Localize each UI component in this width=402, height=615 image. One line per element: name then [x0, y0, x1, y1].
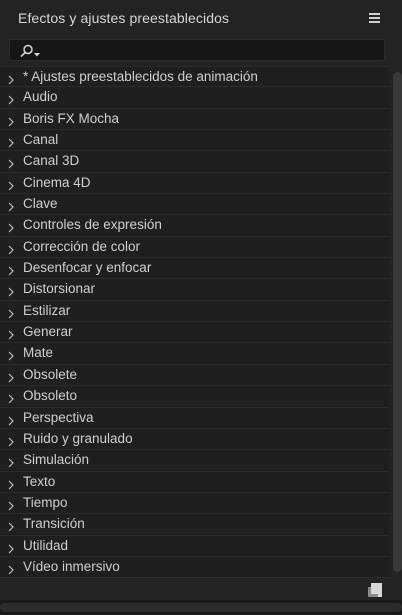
category-row[interactable]: Tiempo: [0, 493, 389, 515]
category-row[interactable]: Texto: [0, 472, 389, 493]
category-row[interactable]: Canal: [0, 130, 389, 152]
category-label: Vídeo inmersivo: [23, 558, 120, 574]
chevron-right-icon[interactable]: [8, 306, 14, 319]
chevron-right-icon[interactable]: [8, 477, 14, 489]
category-row[interactable]: Audio: [0, 87, 389, 109]
category-label: Audio: [23, 89, 58, 105]
chevron-right-icon[interactable]: [8, 220, 14, 233]
category-row[interactable]: Perspectiva: [0, 408, 389, 429]
category-label: Corrección de color: [23, 238, 141, 254]
category-row[interactable]: Desenfocar y enfocar: [0, 258, 389, 280]
category-label: Canal 3D: [23, 153, 80, 169]
category-label: Generar: [23, 324, 73, 340]
search-input[interactable]: [46, 41, 376, 59]
category-row[interactable]: Obsoleto: [0, 386, 389, 408]
category-label: * Ajustes preestablecidos de animación: [23, 69, 258, 84]
panel-title: Efectos y ajustes preestablecidos: [18, 10, 230, 26]
category-label: Boris FX Mocha: [23, 110, 120, 126]
chevron-right-icon[interactable]: [8, 242, 14, 255]
category-label: Utilidad: [23, 537, 69, 553]
chevron-right-icon[interactable]: [8, 562, 14, 575]
vertical-scroll-thumb[interactable]: [393, 72, 402, 572]
chevron-right-icon[interactable]: [8, 370, 14, 383]
category-label: Texto: [23, 473, 56, 489]
effects-list: * Ajustes preestablecidos de animación Au…: [0, 66, 389, 578]
effects-presets-panel: Efectos y ajustes preestablecidos * Ajus…: [0, 0, 402, 615]
category-label: Desenfocar y enfocar: [23, 260, 152, 276]
category-label: Tiempo: [23, 494, 68, 510]
category-label: Transición: [23, 516, 85, 532]
category-row[interactable]: Clave: [0, 194, 389, 216]
hamburger-menu-icon[interactable]: [369, 13, 380, 23]
category-row[interactable]: Transición: [0, 514, 389, 536]
chevron-right-icon[interactable]: [8, 156, 14, 169]
category-label: Clave: [23, 196, 58, 212]
category-label: Simulación: [23, 452, 90, 468]
category-label: Canal: [23, 132, 59, 148]
chevron-right-icon[interactable]: [8, 391, 14, 404]
chevron-right-icon[interactable]: [8, 135, 14, 148]
vertical-scrollbar[interactable]: [391, 66, 402, 578]
category-row[interactable]: Canal 3D: [0, 151, 389, 173]
category-row[interactable]: Cinema 4D: [0, 173, 389, 195]
search-bar: [9, 39, 385, 61]
category-row[interactable]: Corrección de color: [0, 237, 389, 259]
category-row[interactable]: Ruido y granulado: [0, 429, 389, 451]
horizontal-scrollbar[interactable]: [0, 600, 402, 615]
chevron-right-icon[interactable]: [8, 498, 14, 511]
chevron-right-icon[interactable]: [8, 327, 14, 340]
category-label: Distorsionar: [23, 281, 96, 297]
chevron-right-icon[interactable]: [8, 284, 14, 297]
chevron-right-icon[interactable]: [8, 541, 14, 553]
horizontal-scroll-thumb[interactable]: [0, 603, 402, 612]
category-label: Ruido y granulado: [23, 430, 133, 446]
category-label: Mate: [23, 345, 54, 361]
category-row[interactable]: Utilidad: [0, 536, 389, 557]
chevron-right-icon[interactable]: [8, 199, 14, 212]
chevron-right-icon[interactable]: [8, 348, 14, 361]
chevron-right-icon[interactable]: [8, 92, 14, 105]
chevron-right-icon[interactable]: [8, 413, 14, 425]
category-row[interactable]: * Ajustes preestablecidos de animación: [0, 66, 389, 88]
category-label: Estilizar: [23, 302, 71, 318]
category-label: Cinema 4D: [23, 174, 91, 190]
chevron-right-icon[interactable]: [8, 455, 14, 468]
category-label: Controles de expresión: [23, 217, 162, 233]
category-row[interactable]: Mate: [0, 343, 389, 365]
category-row[interactable]: Obsolete: [0, 365, 389, 387]
category-label: Obsolete: [23, 366, 78, 382]
chevron-right-icon[interactable]: [8, 263, 14, 276]
category-row[interactable]: Estilizar: [0, 301, 389, 323]
panel-header: Efectos y ajustes preestablecidos: [0, 0, 402, 36]
chevron-right-icon[interactable]: [8, 178, 14, 191]
search-icon[interactable]: [19, 44, 41, 58]
category-label: Perspectiva: [23, 409, 94, 425]
panel-footer: [0, 578, 402, 600]
chevron-right-icon[interactable]: [8, 72, 14, 85]
new-bin-icon[interactable]: [367, 582, 383, 598]
chevron-right-icon[interactable]: [8, 114, 14, 127]
category-row[interactable]: Simulación: [0, 450, 389, 472]
category-label: Obsoleto: [23, 388, 78, 404]
chevron-right-icon[interactable]: [8, 519, 14, 532]
category-row[interactable]: Generar: [0, 322, 389, 344]
category-row[interactable]: Controles de expresión: [0, 215, 389, 237]
category-row[interactable]: Distorsionar: [0, 279, 389, 301]
category-row[interactable]: Vídeo inmersivo: [0, 557, 389, 578]
category-row[interactable]: Boris FX Mocha: [0, 109, 389, 131]
chevron-right-icon[interactable]: [8, 434, 14, 447]
